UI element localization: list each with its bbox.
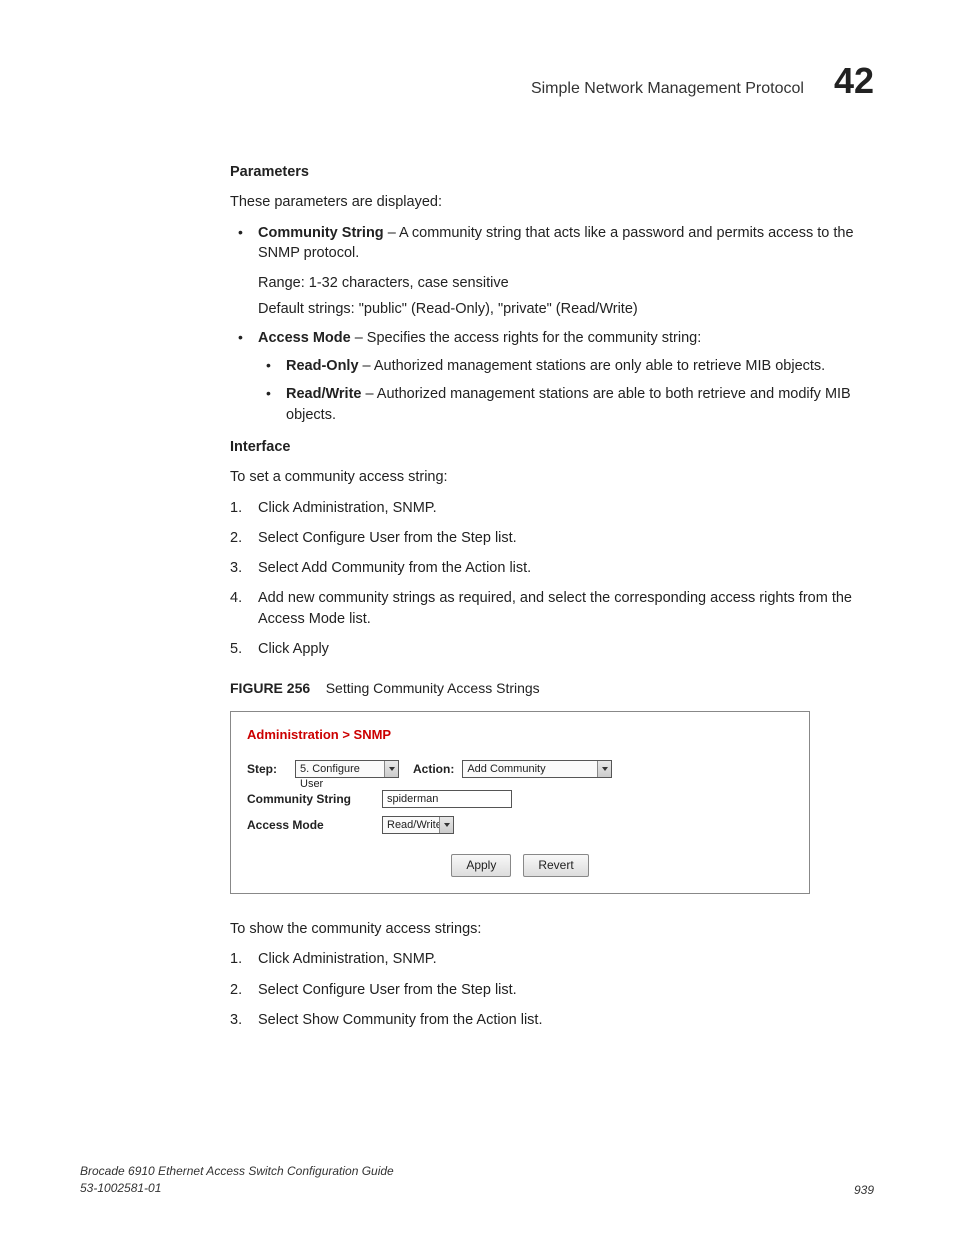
sub-desc: – Authorized management stations are onl…	[359, 358, 826, 374]
param-desc: – Specifies the access rights for the co…	[351, 330, 702, 346]
page-footer: Brocade 6910 Ethernet Access Switch Conf…	[80, 1163, 874, 1197]
step-item: Click Apply	[230, 639, 874, 659]
step-item: Select Show Community from the Action li…	[230, 1010, 874, 1030]
step-item: Select Configure User from the Step list…	[230, 528, 874, 548]
param-term: Community String	[258, 225, 384, 241]
sub-desc: – Authorized management stations are abl…	[286, 386, 851, 422]
parameters-intro: These parameters are displayed:	[230, 192, 874, 212]
param-community-string: Community String – A community string th…	[230, 223, 874, 320]
step-item: Click Administration, SNMP.	[230, 498, 874, 518]
parameters-heading: Parameters	[230, 162, 874, 182]
figure-caption-text: Setting Community Access Strings	[326, 680, 540, 696]
sub-read-write: Read/Write – Authorized management stati…	[258, 384, 874, 425]
step-label: Step:	[247, 761, 287, 778]
interface-intro: To set a community access string:	[230, 467, 874, 487]
action-label: Action:	[413, 761, 454, 778]
community-string-input[interactable]: spiderman	[382, 790, 512, 808]
step-select-value: 5. Configure User	[300, 763, 360, 790]
param-defaults: Default strings: "public" (Read-Only), "…	[258, 299, 874, 319]
chevron-down-icon	[384, 761, 398, 777]
action-select-value: Add Community	[467, 763, 545, 775]
param-term: Access Mode	[258, 330, 351, 346]
chapter-number: 42	[834, 60, 874, 102]
sub-term: Read-Only	[286, 358, 359, 374]
access-mode-row: Access Mode Read/Write	[247, 816, 793, 834]
footer-page-number: 939	[854, 1183, 874, 1197]
figure-btn-row: Apply Revert	[247, 854, 793, 877]
step-item: Add new community strings as required, a…	[230, 588, 874, 629]
chevron-down-icon	[597, 761, 611, 777]
figure-step-action-row: Step: 5. Configure User Action: Add Comm…	[247, 760, 793, 778]
step-item: Select Add Community from the Action lis…	[230, 558, 874, 578]
step-item: Select Configure User from the Step list…	[230, 980, 874, 1000]
revert-button[interactable]: Revert	[523, 854, 588, 877]
page-content: Parameters These parameters are displaye…	[230, 162, 874, 1030]
sub-term: Read/Write	[286, 386, 361, 402]
sub-read-only: Read-Only – Authorized management statio…	[258, 356, 874, 376]
interface-heading: Interface	[230, 437, 874, 457]
footer-doc-num: 53-1002581-01	[80, 1180, 394, 1197]
figure-caption: FIGURE 256 Setting Community Access Stri…	[230, 679, 874, 699]
figure-label: FIGURE 256	[230, 680, 310, 696]
action-select[interactable]: Add Community	[462, 760, 612, 778]
footer-doc-title: Brocade 6910 Ethernet Access Switch Conf…	[80, 1163, 394, 1180]
param-range: Range: 1-32 characters, case sensitive	[258, 273, 874, 293]
figure-screenshot: Administration > SNMP Step: 5. Configure…	[230, 711, 810, 894]
figure-breadcrumb: Administration > SNMP	[247, 726, 793, 744]
show-steps: Click Administration, SNMP. Select Confi…	[230, 949, 874, 1030]
apply-button[interactable]: Apply	[451, 854, 511, 877]
interface-steps: Click Administration, SNMP. Select Confi…	[230, 498, 874, 660]
page-header: Simple Network Management Protocol 42	[80, 60, 874, 102]
community-string-value: spiderman	[387, 793, 438, 805]
step-item: Click Administration, SNMP.	[230, 949, 874, 969]
param-access-mode: Access Mode – Specifies the access right…	[230, 328, 874, 425]
show-intro: To show the community access strings:	[230, 919, 874, 939]
step-select[interactable]: 5. Configure User	[295, 760, 399, 778]
access-mode-value: Read/Write	[387, 819, 442, 831]
footer-doc-info: Brocade 6910 Ethernet Access Switch Conf…	[80, 1163, 394, 1197]
chevron-down-icon	[439, 817, 453, 833]
community-string-label: Community String	[247, 791, 382, 808]
parameters-list: Community String – A community string th…	[230, 223, 874, 425]
access-mode-select[interactable]: Read/Write	[382, 816, 454, 834]
community-string-row: Community String spiderman	[247, 790, 793, 808]
access-mode-label: Access Mode	[247, 817, 382, 834]
header-title: Simple Network Management Protocol	[531, 80, 804, 98]
access-mode-sublist: Read-Only – Authorized management statio…	[258, 356, 874, 425]
